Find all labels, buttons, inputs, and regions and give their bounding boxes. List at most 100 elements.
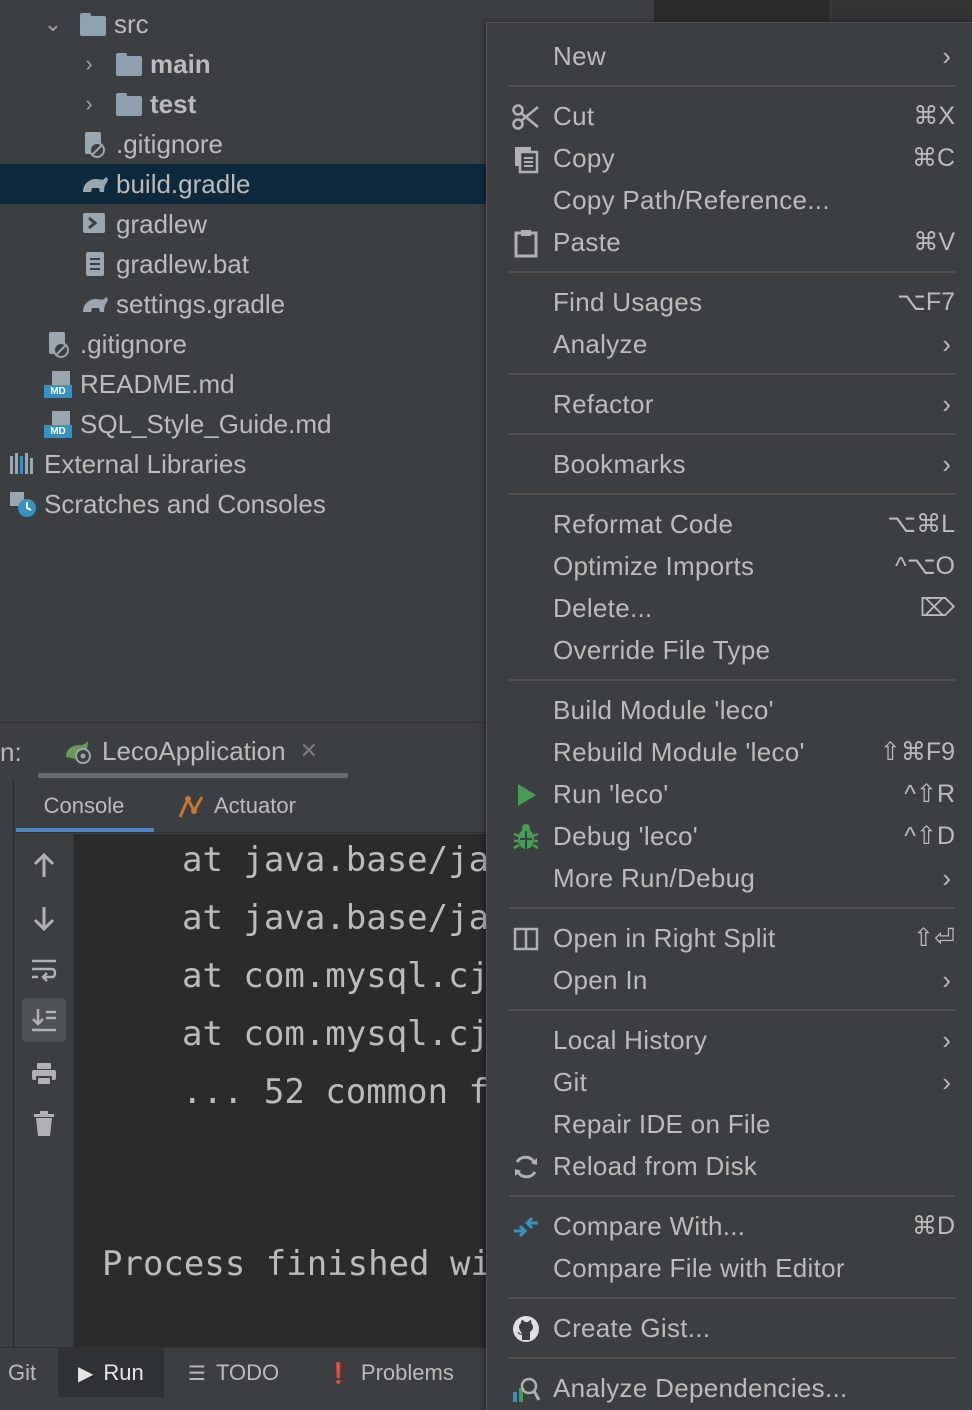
menu-item-label: Refactor: [553, 388, 654, 419]
menu-item-analyze-dependencies[interactable]: Analyze Dependencies...: [487, 1367, 972, 1409]
menu-item-copy-path[interactable]: Copy Path/Reference...: [487, 179, 972, 221]
menu-item-debug[interactable]: Debug 'leco' ^⇧D: [487, 815, 972, 857]
tree-item-gradlew[interactable]: gradlew: [0, 204, 490, 244]
menu-item-label: Bookmarks: [553, 448, 686, 479]
menu-item-build-module[interactable]: Build Module 'leco': [487, 689, 972, 731]
menu-separator: [509, 373, 955, 375]
menu-item-delete[interactable]: Delete... ⌦: [487, 587, 972, 629]
menu-separator: [509, 1009, 955, 1011]
menu-item-override-file-type[interactable]: Override File Type: [487, 629, 972, 671]
soft-wrap-icon[interactable]: [22, 948, 66, 992]
menu-item-label: Analyze Dependencies...: [553, 1372, 848, 1403]
menu-item-reformat-code[interactable]: Reformat Code ⌥⌘L: [487, 503, 972, 545]
chevron-right-icon[interactable]: ›: [76, 51, 102, 77]
tree-item-label: gradlew.bat: [116, 248, 249, 279]
tree-item-build-gradle[interactable]: build.gradle: [0, 164, 490, 204]
menu-item-shortcut: ^⌥O: [895, 552, 955, 580]
menu-item-label: Optimize Imports: [553, 550, 755, 581]
menu-item-shortcut: ⌘D: [911, 1212, 955, 1240]
menu-item-reload-from-disk[interactable]: Reload from Disk: [487, 1145, 972, 1187]
menu-item-label: Analyze: [553, 328, 648, 359]
run-config-name: LecoApplication: [102, 735, 286, 766]
tab-console-underline: [16, 828, 154, 832]
menu-item-find-usages[interactable]: Find Usages ⌥F7: [487, 281, 972, 323]
menu-item-compare-with-editor[interactable]: Compare File with Editor: [487, 1247, 972, 1289]
close-icon[interactable]: ✕: [300, 738, 318, 764]
tab-actuator[interactable]: Actuator: [176, 779, 296, 833]
tree-item-main[interactable]: › main: [0, 44, 490, 84]
tree-item-external-libraries[interactable]: External Libraries: [0, 444, 490, 484]
menu-item-shortcut: ⇧⏎: [913, 924, 955, 952]
print-icon[interactable]: [22, 1052, 66, 1096]
tree-item-readme[interactable]: README.md: [0, 364, 490, 404]
tree-item-root-gitignore[interactable]: .gitignore: [0, 324, 490, 364]
todo-tool-button[interactable]: ☰ TODO: [188, 1348, 279, 1398]
tree-item-label: main: [150, 48, 211, 79]
console-line: at com.mysql.cj: [182, 956, 490, 996]
submenu-arrow-icon: ›: [942, 1024, 951, 1055]
list-icon: ☰: [188, 1362, 206, 1385]
menu-item-new[interactable]: New ›: [487, 35, 972, 77]
tree-item-src[interactable]: ⌄ src: [0, 4, 490, 44]
problems-tool-button[interactable]: ❗ Problems: [326, 1348, 454, 1398]
run-tool-button[interactable]: ▶ Run: [58, 1348, 164, 1398]
arrow-up-icon[interactable]: [22, 844, 66, 888]
gitignore-icon: [80, 130, 110, 158]
menu-item-cut[interactable]: Cut ⌘X: [487, 95, 972, 137]
tree-item-label: settings.gradle: [116, 288, 286, 319]
menu-item-shortcut: ⌘V: [913, 228, 955, 256]
menu-separator: [509, 679, 955, 681]
scroll-to-end-icon[interactable]: [22, 998, 66, 1042]
git-tool-button[interactable]: Git: [8, 1348, 36, 1398]
tree-item-settings-gradle[interactable]: settings.gradle: [0, 284, 490, 324]
menu-item-more-run-debug[interactable]: More Run/Debug ›: [487, 857, 972, 899]
split-view-icon: [511, 924, 541, 954]
menu-item-open-right-split[interactable]: Open in Right Split ⇧⏎: [487, 917, 972, 959]
menu-item-shortcut: ⌘X: [913, 102, 955, 130]
menu-item-label: Debug 'leco': [553, 820, 699, 851]
tree-item-sql-style-guide[interactable]: SQL_Style_Guide.md: [0, 404, 490, 444]
menu-item-label: Create Gist...: [553, 1312, 711, 1343]
problems-label: Problems: [360, 1360, 454, 1385]
menu-item-git[interactable]: Git ›: [487, 1061, 972, 1103]
menu-item-label: Reformat Code: [553, 508, 734, 539]
refresh-icon: [511, 1152, 541, 1182]
menu-item-repair-ide[interactable]: Repair IDE on File: [487, 1103, 972, 1145]
console-output[interactable]: at java.base/ja at java.base/ja at com.m…: [74, 834, 490, 1347]
menu-item-bookmarks[interactable]: Bookmarks ›: [487, 443, 972, 485]
tree-item-gitignore[interactable]: .gitignore: [0, 124, 490, 164]
menu-item-open-in[interactable]: Open In ›: [487, 959, 972, 1001]
chevron-down-icon[interactable]: ⌄: [40, 11, 66, 37]
menu-item-optimize-imports[interactable]: Optimize Imports ^⌥O: [487, 545, 972, 587]
chevron-right-icon[interactable]: ›: [76, 91, 102, 117]
menu-item-local-history[interactable]: Local History ›: [487, 1019, 972, 1061]
menu-separator: [509, 271, 955, 273]
arrow-down-icon[interactable]: [22, 896, 66, 940]
menu-item-label: New: [553, 40, 606, 71]
menu-item-create-gist[interactable]: Create Gist...: [487, 1307, 972, 1349]
run-icon: ▶: [78, 1362, 94, 1385]
menu-item-analyze[interactable]: Analyze ›: [487, 323, 972, 365]
menu-item-run[interactable]: Run 'leco' ^⇧R: [487, 773, 972, 815]
tab-console[interactable]: Console: [14, 779, 154, 833]
shell-script-icon: [80, 210, 110, 238]
tree-item-test[interactable]: › test: [0, 84, 490, 124]
console-line: at java.base/ja: [182, 898, 490, 938]
run-config-tab[interactable]: LecoApplication ✕: [40, 723, 348, 779]
menu-item-label: Compare File with Editor: [553, 1252, 845, 1283]
tab-actuator-label: Actuator: [214, 793, 296, 818]
console-line: at java.base/ja: [182, 840, 490, 880]
bottom-tool-bar: Git ▶ Run ☰ TODO ❗ Problems: [0, 1347, 490, 1398]
run-window-label: n:: [0, 737, 22, 767]
menu-item-copy[interactable]: Copy ⌘C: [487, 137, 972, 179]
run-tool-window-header: n: LecoApplication ✕: [0, 722, 490, 778]
trash-icon[interactable]: [22, 1102, 66, 1146]
tree-item-scratches[interactable]: Scratches and Consoles: [0, 484, 490, 524]
tree-item-gradlew-bat[interactable]: gradlew.bat: [0, 244, 490, 284]
context-menu: New › Cut ⌘X Copy ⌘C Copy Path/Reference…: [486, 22, 972, 1410]
menu-item-shortcut: ⌦: [919, 594, 955, 622]
menu-item-compare-with[interactable]: Compare With... ⌘D: [487, 1205, 972, 1247]
menu-item-refactor[interactable]: Refactor ›: [487, 383, 972, 425]
menu-item-paste[interactable]: Paste ⌘V: [487, 221, 972, 263]
menu-item-rebuild-module[interactable]: Rebuild Module 'leco' ⇧⌘F9: [487, 731, 972, 773]
